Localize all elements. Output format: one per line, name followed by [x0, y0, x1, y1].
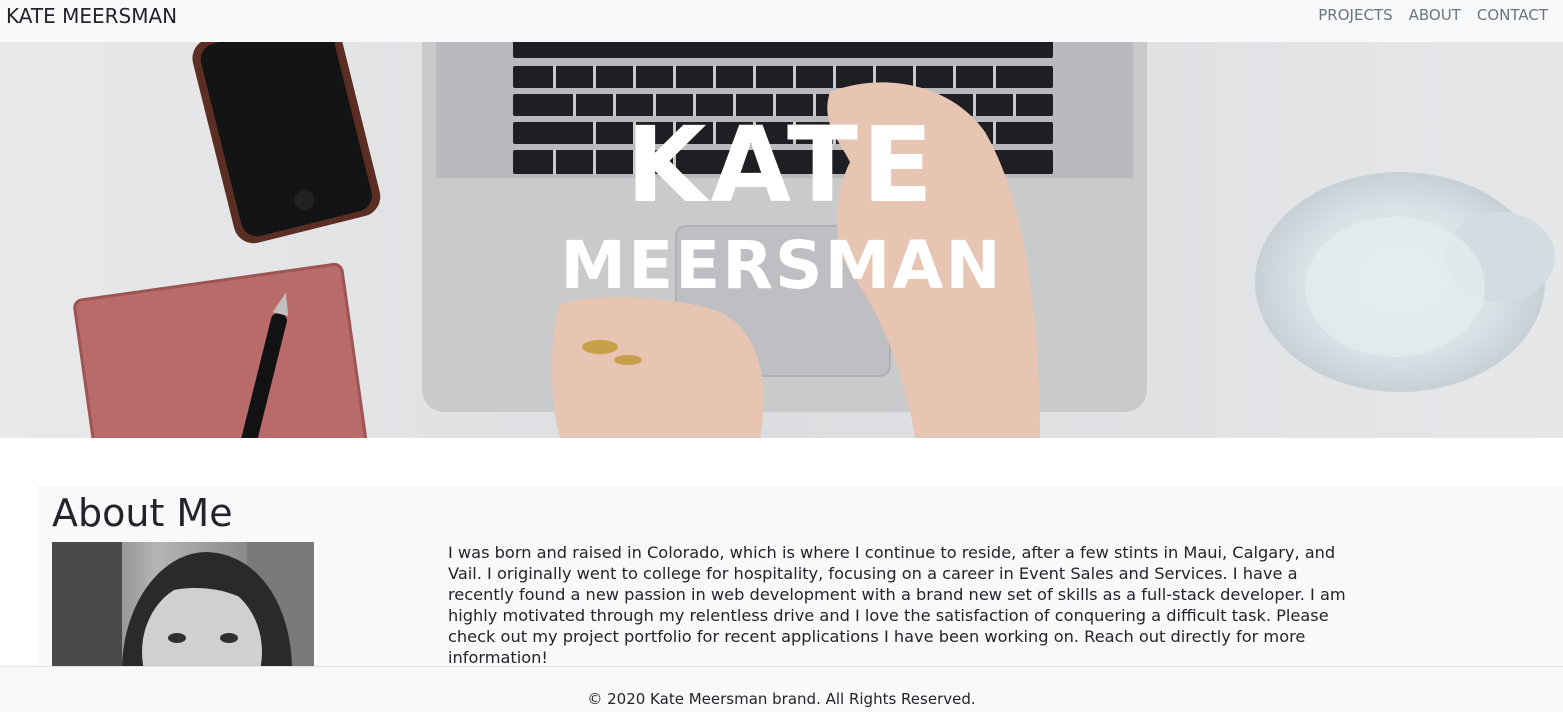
profile-photo-image: [52, 542, 314, 666]
about-bio: I was born and raised in Colorado, which…: [448, 543, 1346, 666]
nav-link-about[interactable]: ABOUT: [1409, 6, 1461, 24]
nav-links: PROJECTS ABOUT CONTACT: [1318, 6, 1548, 24]
hero-last-name: MEERSMAN: [560, 227, 1003, 304]
footer: © 2020 Kate Meersman brand. All Rights R…: [0, 666, 1563, 712]
about-section: About Me I was born and raised in Colora…: [37, 486, 1563, 666]
nav-link-projects[interactable]: PROJECTS: [1318, 6, 1392, 24]
hero-banner: KATE MEERSMAN: [0, 42, 1563, 438]
about-heading: About Me: [52, 491, 233, 535]
nav-link-contact[interactable]: CONTACT: [1477, 6, 1548, 24]
brand-link[interactable]: KATE MEERSMAN: [6, 4, 177, 28]
navbar: KATE MEERSMAN PROJECTS ABOUT CONTACT: [0, 0, 1563, 42]
hero-first-name: KATE: [626, 104, 937, 226]
profile-photo: [52, 542, 314, 666]
footer-copyright: © 2020 Kate Meersman brand. All Rights R…: [587, 690, 976, 708]
